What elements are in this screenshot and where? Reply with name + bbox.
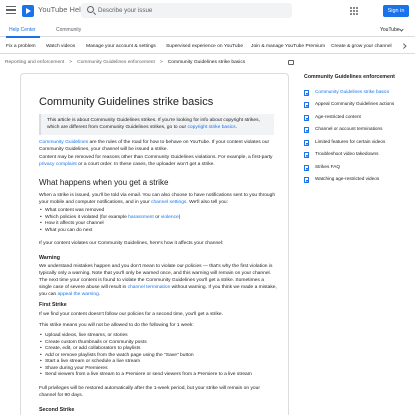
search-input[interactable]: Describe your issue <box>81 3 292 18</box>
help-tabs: Help Center Community YouTube <box>0 24 415 38</box>
breadcrumb: Reporting and enforcement > Community Guid… <box>5 60 245 65</box>
google-apps-icon[interactable] <box>350 7 358 15</box>
breadcrumb-separator: > <box>159 60 163 65</box>
copyright-strike-link[interactable]: copyright strike basics <box>187 125 235 130</box>
sidebar-item-strikes-faq[interactable]: Strikes FAQ <box>304 164 412 174</box>
youtube-logo-icon[interactable] <box>22 5 34 17</box>
document-icon <box>304 165 309 171</box>
document-icon <box>304 102 309 108</box>
tab-help-center[interactable]: Help Center <box>9 27 36 33</box>
chevron-right-icon[interactable] <box>401 43 407 49</box>
list-item: Send viewers from a live stream to a Pre… <box>40 372 275 379</box>
nav-supervised-experience[interactable]: Supervised experience on YouTube <box>166 44 243 49</box>
breadcrumb-link[interactable]: Community Guidelines enforcement <box>77 60 155 65</box>
removal-paragraph: Content may be removed for reasons other… <box>39 154 277 168</box>
sidebar-item-label: Strikes FAQ <box>315 164 341 169</box>
sidebar-item-label: Community Guidelines strike basics <box>315 89 390 94</box>
breadcrumb-link[interactable]: Reporting and enforcement <box>5 60 64 65</box>
page-title: Community Guidelines strike basics <box>39 96 214 108</box>
top-app-bar: YouTube Help Describe your issue Sign in <box>0 0 415 22</box>
active-tab-indicator <box>6 36 40 38</box>
harassment-link[interactable]: harassment <box>128 215 154 220</box>
chevron-down-icon[interactable] <box>399 27 404 32</box>
privacy-complaint-link[interactable]: privacy complaint <box>39 162 77 167</box>
community-guidelines-link[interactable]: Community Guidelines <box>39 140 88 145</box>
intro-paragraph: Community Guidelines are the rules of th… <box>39 139 277 153</box>
section-heading: What happens when you get a strike <box>39 178 169 187</box>
document-icon <box>304 90 309 96</box>
channel-termination-link[interactable]: channel termination <box>128 285 171 290</box>
nav-manage-account[interactable]: Manage your account & settings <box>86 44 156 49</box>
sidebar-item-label: Watching age-restricted videos <box>315 176 380 181</box>
sidebar-item-limited-features[interactable]: Limited features for certain videos <box>304 139 412 149</box>
warning-heading: Warning <box>39 255 60 261</box>
sign-in-button[interactable]: Sign in <box>383 5 409 17</box>
sidebar-item-label: Limited features for certain videos <box>315 139 386 144</box>
print-icon[interactable] <box>288 60 294 65</box>
sidebar-title: Community Guidelines enforcement <box>304 74 395 80</box>
callout-end: . <box>235 125 237 130</box>
warning-end: . <box>98 292 101 297</box>
sidebar-item-age-restricted[interactable]: Age-restricted content <box>304 114 412 124</box>
sidebar-item-appeal[interactable]: Appeal Community Guidelines actions <box>304 101 412 111</box>
restrictions-list: Upload videos, live streams, or stories … <box>40 333 275 379</box>
sidebar-item-terminations[interactable]: Channel or account terminations <box>304 126 412 136</box>
hamburger-menu-icon[interactable] <box>6 6 16 14</box>
document-icon <box>304 127 309 133</box>
notification-details-list: What content was removed Which policies … <box>40 208 275 235</box>
sidebar-item-label: Appeal Community Guidelines actions <box>315 101 395 106</box>
document-icon <box>304 177 309 183</box>
removal-text: Content may be removed for reasons other… <box>39 155 273 160</box>
document-icon <box>304 140 309 146</box>
document-icon <box>304 115 309 121</box>
second-strike-heading: Second Strike <box>39 407 75 413</box>
nav-create-grow-channel[interactable]: Create & grow your channel <box>331 44 392 49</box>
restore-paragraph: Full privileges will be restored automat… <box>39 386 260 398</box>
first-strike-restrictions-intro: This strike means you will not be allowe… <box>39 323 194 328</box>
nav-watch-videos[interactable]: Watch videos <box>46 44 75 49</box>
first-strike-paragraph: If we find your content doesn't follow o… <box>39 312 224 317</box>
breadcrumb-separator: > <box>69 60 73 65</box>
removal-end: or a court order. In these cases, the up… <box>76 162 215 167</box>
document-icon <box>304 152 309 158</box>
sidebar-item-label: Troubleshoot video takedowns <box>315 151 379 156</box>
product-selector[interactable]: YouTube <box>380 27 400 33</box>
tab-community[interactable]: Community <box>56 27 81 33</box>
sidebar-item-label: Age-restricted content <box>315 114 361 119</box>
search-icon <box>87 6 94 13</box>
appeal-warning-link[interactable]: appeal the warning <box>58 292 99 297</box>
list-item: What you can do next <box>40 228 275 235</box>
first-strike-heading: First Strike <box>39 302 67 308</box>
warning-paragraph: We understand mistakes happen and you do… <box>39 263 277 298</box>
sidebar-item-takedowns[interactable]: Troubleshoot video takedowns <box>304 151 412 161</box>
breadcrumb-current: Community Guidelines strike basics <box>167 60 246 65</box>
article-card: Community Guidelines strike basics This … <box>20 73 289 415</box>
notify-end: . We'll also tell you: <box>186 200 228 205</box>
nav-youtube-premium[interactable]: Join & manage YouTube Premium <box>251 44 325 49</box>
sidebar-item-label: Channel or account terminations <box>315 126 383 131</box>
brand-title[interactable]: YouTube Help <box>38 5 85 14</box>
category-nav: Fix a problem Watch videos Manage your a… <box>0 39 415 54</box>
nav-fix-a-problem[interactable]: Fix a problem <box>6 44 36 49</box>
notify-paragraph: When a strike is issued, you'll be told … <box>39 192 277 206</box>
sidebar-item-watching-age-restricted[interactable]: Watching age-restricted videos <box>304 176 412 186</box>
channel-settings-link[interactable]: channel settings <box>151 200 186 205</box>
callout-text: This article is about Community Guidelin… <box>47 117 272 131</box>
search-placeholder: Describe your issue <box>98 6 153 14</box>
violence-link[interactable]: violence <box>161 215 179 220</box>
sidebar-item-strike-basics[interactable]: Community Guidelines strike basics <box>304 89 412 99</box>
affects-paragraph: If your content violates our Community G… <box>39 241 224 246</box>
info-callout: This article is about Community Guidelin… <box>39 114 274 135</box>
